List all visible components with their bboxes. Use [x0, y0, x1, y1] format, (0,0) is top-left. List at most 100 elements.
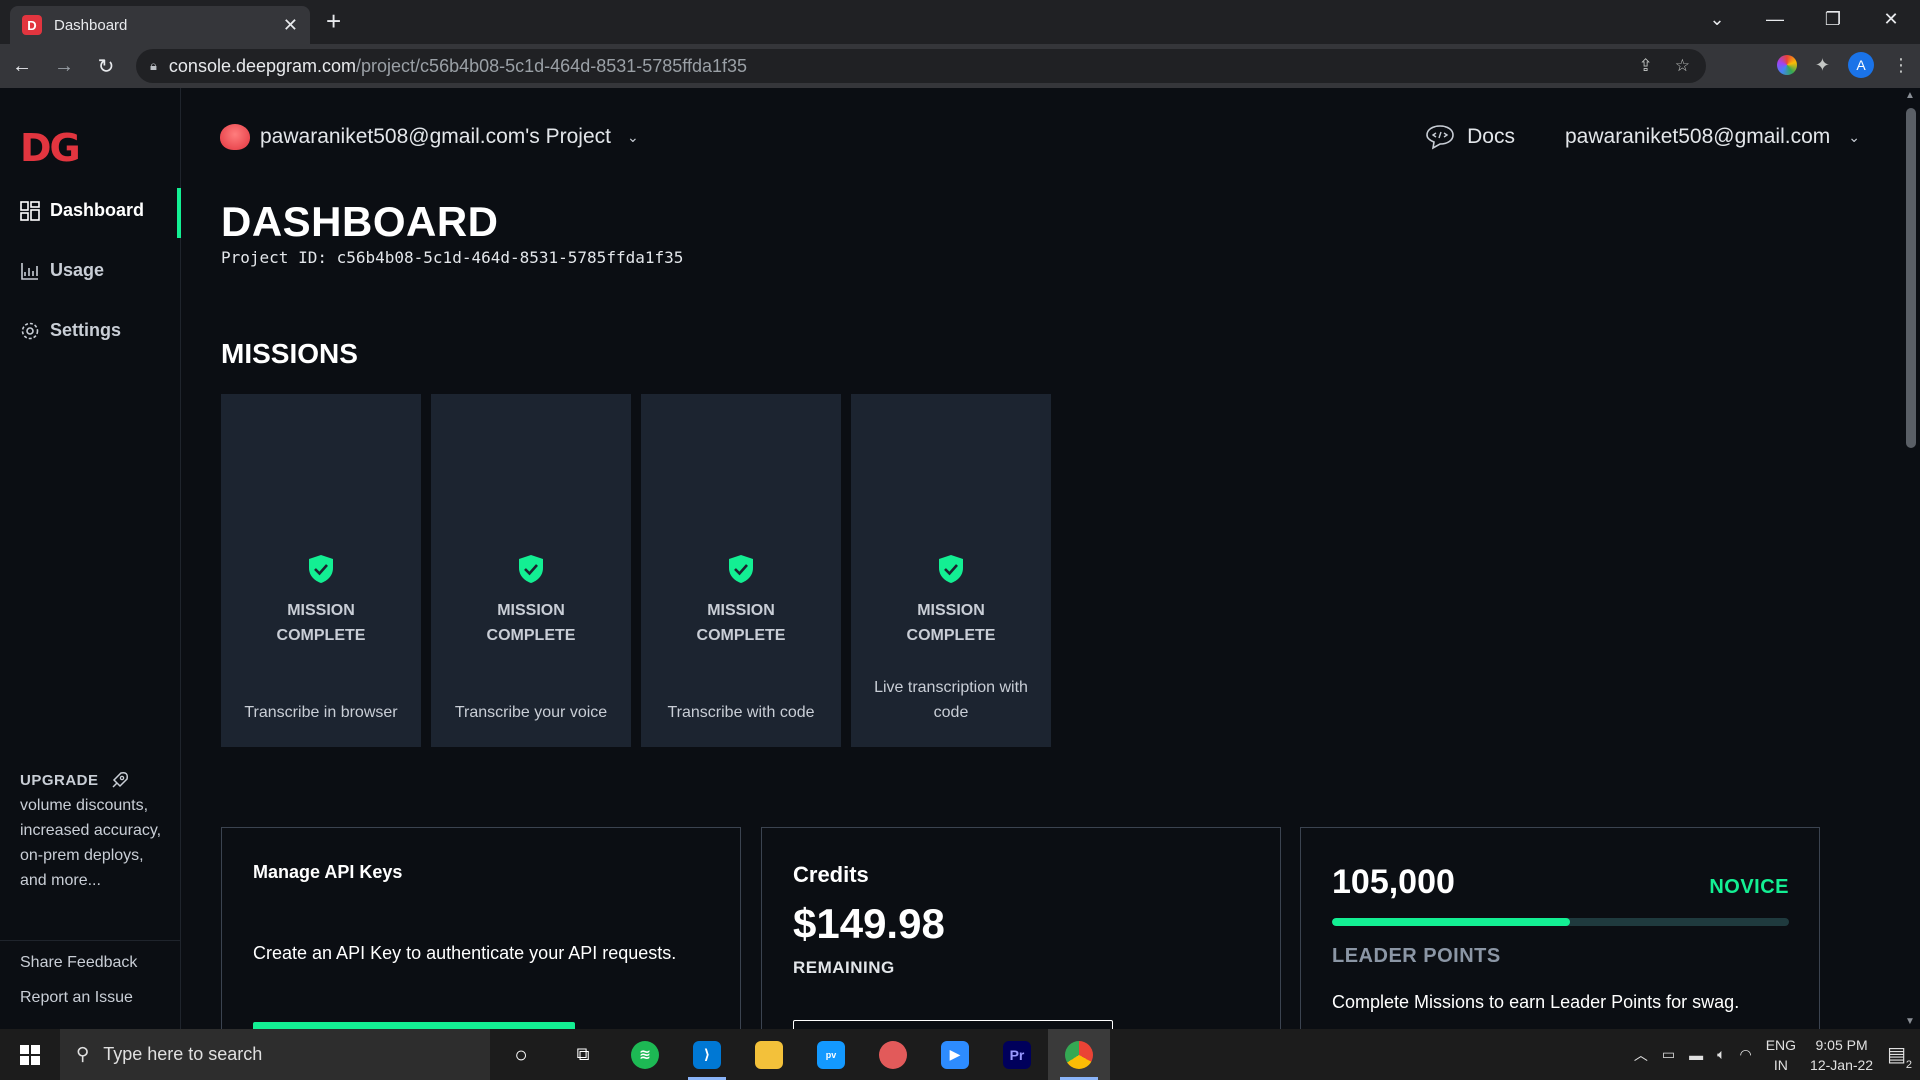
- bookmark-star-icon[interactable]: ☆: [1675, 56, 1690, 76]
- mission-status: MISSION COMPLETE: [906, 602, 996, 644]
- meet-now-icon[interactable]: ▭: [1662, 1046, 1675, 1063]
- leader-points-progress-fill: [1332, 918, 1570, 926]
- reload-icon[interactable]: ↻: [86, 54, 126, 79]
- report-issue-link[interactable]: Report an Issue: [20, 989, 133, 1007]
- account-email: pawaraniket508@gmail.com: [1564, 125, 1831, 148]
- wifi-icon[interactable]: ◠: [1739, 1046, 1751, 1063]
- leader-points-progress: [1332, 918, 1789, 926]
- share-icon[interactable]: ⇪: [1639, 56, 1653, 76]
- spotify-icon[interactable]: ≋: [614, 1029, 676, 1080]
- docs-label: Docs: [1467, 125, 1515, 148]
- start-button[interactable]: [0, 1029, 60, 1080]
- zoom-icon[interactable]: ▶: [924, 1029, 986, 1080]
- browser-menu-icon[interactable]: ⋮: [1892, 55, 1910, 76]
- file-explorer-icon[interactable]: [738, 1029, 800, 1080]
- project-selector[interactable]: pawaraniket508@gmail.com's Project ⌄: [220, 124, 639, 150]
- upgrade-text: volume discounts, increased accuracy, on…: [20, 797, 162, 889]
- shield-check-icon: [519, 555, 543, 583]
- sidebar-item-label: Dashboard: [50, 200, 145, 220]
- language-indicator[interactable]: ENG IN: [1766, 1035, 1796, 1075]
- mission-name: Live transcription with code: [874, 679, 1028, 721]
- mission-card[interactable]: MISSION COMPLETE Live transcription with…: [851, 394, 1051, 747]
- back-icon[interactable]: ←: [2, 55, 42, 78]
- project-id: Project ID: c56b4b08-5c1d-464d-8531-5785…: [221, 248, 684, 267]
- deepgram-console: DG Dashboard Usage Settings UPGRADE volu…: [0, 88, 1920, 1029]
- account-menu[interactable]: pawaraniket508@gmail.com ⌄: [1565, 125, 1860, 149]
- new-tab-button[interactable]: +: [326, 6, 341, 36]
- api-keys-description: Create an API Key to authenticate your A…: [253, 943, 677, 963]
- sidebar: DG Dashboard Usage Settings UPGRADE volu…: [0, 88, 181, 1029]
- project-avatar: [220, 124, 250, 150]
- scroll-down-icon[interactable]: ▼: [1905, 1016, 1915, 1027]
- scroll-up-icon[interactable]: ▲: [1905, 90, 1915, 101]
- sidebar-item-dashboard[interactable]: Dashboard: [20, 200, 144, 221]
- create-api-key-button[interactable]: [253, 1022, 575, 1029]
- browser-tab-strip: D Dashboard ✕ + ⌄ — ❐ ✕: [0, 0, 1920, 44]
- address-bar[interactable]: 🔒︎ console.deepgram.com /project/c56b4b0…: [136, 49, 1706, 83]
- extensions-puzzle-icon[interactable]: ✦: [1815, 55, 1830, 76]
- browser-tab[interactable]: D Dashboard ✕: [10, 6, 310, 44]
- system-tray: ︿ ▭ ▬ 🔈︎ ◠ ENG IN 9:05 PM 12-Jan-22 ▤ 2: [1634, 1029, 1920, 1080]
- credits-remaining-label: REMAINING: [793, 958, 895, 977]
- cortana-icon[interactable]: ○: [490, 1029, 552, 1080]
- taskbar-search[interactable]: ⚲ Type here to search: [60, 1029, 490, 1080]
- profile-avatar[interactable]: A: [1848, 52, 1874, 78]
- forward-icon[interactable]: →: [44, 55, 84, 78]
- api-keys-panel: Manage API Keys Create an API Key to aut…: [221, 827, 741, 1029]
- restore-button[interactable]: ❐: [1804, 0, 1862, 40]
- upgrade-title-text: UPGRADE: [20, 772, 99, 789]
- sidebar-item-usage[interactable]: Usage: [20, 260, 104, 281]
- project-name: pawaraniket508@gmail.com's Project: [260, 125, 611, 148]
- mission-name: Transcribe with code: [667, 704, 815, 721]
- credits-panel: Credits $149.98 REMAINING: [761, 827, 1281, 1029]
- minimize-button[interactable]: —: [1746, 0, 1804, 40]
- credits-title: Credits: [793, 862, 869, 887]
- leader-points-value: 105,000: [1332, 863, 1455, 901]
- color-extension-icon[interactable]: [1776, 55, 1797, 75]
- tab-search-icon[interactable]: ⌄: [1688, 0, 1746, 40]
- language-code: ENG: [1765, 1036, 1797, 1053]
- topbar-right: Docs pawaraniket508@gmail.com ⌄: [1425, 124, 1860, 150]
- chart-icon: [21, 262, 38, 280]
- task-view-icon[interactable]: ⧉: [552, 1029, 614, 1080]
- mission-status: MISSION COMPLETE: [276, 602, 366, 644]
- url-path: /project/c56b4b08-5c1d-464d-8531-5785ffd…: [356, 55, 748, 76]
- region-code: IN: [1773, 1056, 1788, 1073]
- upgrade-promo[interactable]: UPGRADE volume discounts, increased accu…: [20, 768, 170, 893]
- snipping-tool-icon[interactable]: [862, 1029, 924, 1080]
- rocket-icon: [111, 771, 128, 788]
- window-controls: ⌄ — ❐ ✕: [1688, 0, 1920, 40]
- close-window-button[interactable]: ✕: [1862, 0, 1920, 40]
- mission-card[interactable]: MISSION COMPLETE Transcribe in browser: [221, 394, 421, 747]
- mission-card[interactable]: MISSION COMPLETE Transcribe your voice: [431, 394, 631, 747]
- lock-icon[interactable]: 🔒︎: [150, 58, 157, 74]
- tab-title: Dashboard: [54, 16, 128, 34]
- clock-date: 12-Jan-22: [1810, 1056, 1874, 1073]
- share-feedback-link[interactable]: Share Feedback: [20, 954, 137, 972]
- clock[interactable]: 9:05 PM 12-Jan-22: [1810, 1035, 1873, 1075]
- deepgram-logo[interactable]: DG: [20, 126, 81, 170]
- premiere-pro-icon[interactable]: Pr: [986, 1029, 1048, 1080]
- api-keys-title: Manage API Keys: [253, 862, 403, 882]
- scroll-thumb[interactable]: [1906, 108, 1916, 448]
- volume-icon[interactable]: 🔈︎: [1717, 1046, 1725, 1063]
- search-icon: ⚲: [76, 1044, 90, 1064]
- vscode-icon[interactable]: ⟩: [676, 1029, 738, 1080]
- mission-card[interactable]: MISSION COMPLETE Transcribe with code: [641, 394, 841, 747]
- windows-taskbar: ⚲ Type here to search ○ ⧉ ≋ ⟩ pv ▶ Pr ︿ …: [0, 1029, 1920, 1080]
- add-credits-button[interactable]: [793, 1020, 1113, 1029]
- leader-points-description: Complete Missions to earn Leader Points …: [1332, 992, 1740, 1012]
- sidebar-item-settings[interactable]: Settings: [20, 320, 121, 341]
- tray-overflow-icon[interactable]: ︿: [1634, 1045, 1648, 1065]
- tab-close-icon[interactable]: ✕: [283, 15, 298, 36]
- active-indicator: [177, 188, 181, 238]
- prime-video-icon[interactable]: pv: [800, 1029, 862, 1080]
- chrome-icon[interactable]: [1048, 1029, 1110, 1080]
- sidebar-divider: [0, 940, 180, 941]
- leader-points-label: LEADER POINTS: [1332, 945, 1501, 967]
- battery-icon[interactable]: ▬: [1689, 1047, 1703, 1063]
- notifications-button[interactable]: ▤ 2: [1887, 1042, 1912, 1071]
- windows-logo-icon: [20, 1044, 40, 1065]
- page-scrollbar[interactable]: ▲ ▼: [1902, 88, 1920, 1029]
- docs-link[interactable]: Docs: [1425, 124, 1515, 150]
